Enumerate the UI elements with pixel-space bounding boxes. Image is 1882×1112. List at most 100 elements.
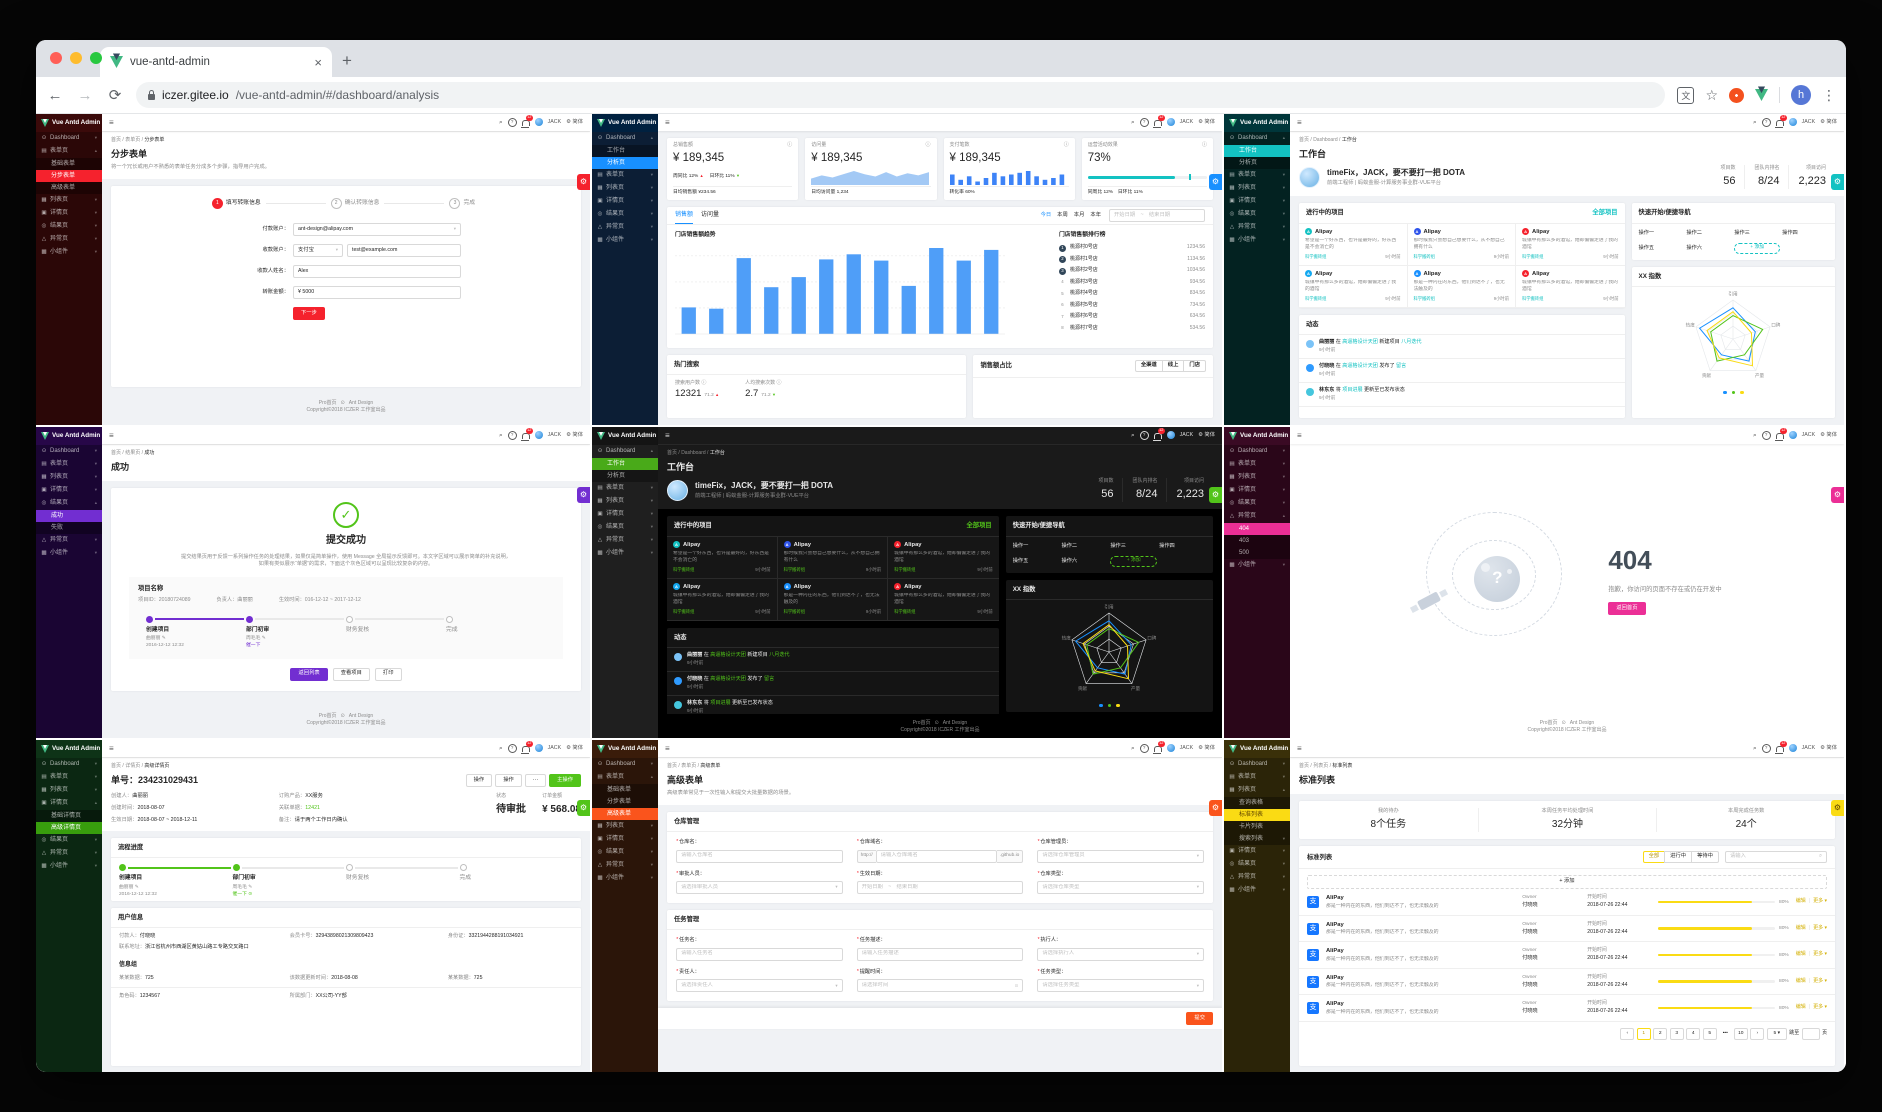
sidebar-item[interactable]: △ 异常页 ▾ [36,233,102,246]
project-card[interactable]: A Alipay 城镇中有那么多的酒馆，她却偏偏走进了我的酒馆 科学搬砖组 9小时前 [1516,224,1625,266]
activity-link[interactable]: 高逼格设计天团 [1342,339,1378,345]
quick-op-link[interactable]: 操作三 [1110,543,1157,551]
project-card[interactable]: A Alipay 那时候我只会想自己想要什么，从不想自己拥有什么 科学搬砖组 9小时… [1407,223,1517,266]
sidebar-item[interactable]: ⊙ Dashboard ▴ [592,132,658,145]
range-link[interactable]: 本周 [1057,212,1068,220]
user-avatar[interactable] [1788,431,1797,440]
footer-link[interactable]: Pro首页 [1540,720,1558,726]
page-size-select[interactable]: 5 ▾ [1766,1027,1787,1040]
menu-fold-icon[interactable]: ≡ [665,117,670,129]
sidebar-item[interactable]: ▩ 小组件 ▾ [592,547,658,560]
range-link[interactable]: 今日 [1041,212,1052,220]
list-filter-button[interactable]: 等待中 [1691,851,1719,864]
sidebar-item[interactable]: ▤ 表单页 ▾ [592,169,658,182]
project-card[interactable]: A Alipay 那时候我只会想自己想要什么，从不想自己拥有什么 科学搬砖组 9小时… [777,536,889,579]
sidebar-item[interactable]: △ 异常页 ▾ [592,859,658,872]
extension-icon[interactable] [1729,87,1744,103]
sidebar-item[interactable]: ◎ 结果页 ▾ [592,521,658,534]
activity-link[interactable]: 留言 [1396,363,1406,369]
translate-icon[interactable]: 文 [1677,86,1695,104]
sidebar-item[interactable]: ▣ 详情页 ▾ [1224,845,1290,858]
team-link[interactable]: 科学搬砖组 [784,567,805,573]
sidebar-item[interactable]: ⊙ Dashboard ▾ [1224,758,1290,771]
sidebar-item[interactable]: ◎ 结果页 ▾ [1224,497,1290,510]
jump-page-input[interactable] [1801,1027,1820,1040]
sidebar-subitem[interactable]: 分步表单 [592,796,658,808]
language-switch[interactable]: ⚙ 简体 [566,432,583,440]
theme-settings-button[interactable]: ⚙ [577,174,590,190]
sidebar-item[interactable]: ▤ 表单页 ▾ [592,482,658,495]
search-icon[interactable]: ⌕ [1753,118,1757,127]
footer-link[interactable]: Ant Design [349,400,373,406]
edit-link[interactable]: 编辑 [1796,925,1806,932]
search-icon[interactable]: ⌕ [1131,431,1135,440]
result-action-button[interactable]: 查看项目 [332,667,370,681]
sidebar-item[interactable]: ◎ 结果页 ▴ [36,497,102,510]
back-home-button[interactable]: 返回首页 [1608,602,1646,616]
team-link[interactable]: 科学搬砖组 [673,609,694,615]
sidebar-item[interactable]: ▤ 表单页 ▴ [36,145,102,158]
team-link[interactable]: 科学搬砖组 [784,609,805,615]
sidebar-item[interactable]: ⊙ Dashboard ▾ [36,758,102,771]
list-search-input[interactable]: 请输入 ⌕ [1724,851,1827,864]
sidebar-item[interactable]: ▣ 详情页 ▾ [36,207,102,220]
menu-fold-icon[interactable]: ≡ [1297,117,1302,129]
breadcrumb-link[interactable]: 表单页 [125,137,140,143]
sidebar-item[interactable]: ▦ 列表页 ▾ [36,194,102,207]
more-link[interactable]: 更多 ▾ [1813,951,1827,958]
breadcrumb-link[interactable]: 首页 [111,450,121,456]
project-card[interactable]: A Alipay 城镇中有那么多的酒馆，她却偏偏走进了我的酒馆 科学搬砖组 9小时前 [1299,265,1408,308]
sidebar-item[interactable]: ▩ 小组件 ▾ [36,547,102,560]
result-action-button[interactable]: 返回列表 [290,667,328,681]
close-window-button[interactable] [50,52,62,64]
sidebar-item[interactable]: ▦ 列表页 ▴ [1224,784,1290,797]
submit-button[interactable]: 提交 [1186,1012,1213,1026]
add-op-button[interactable]: + 添加 [1110,556,1158,568]
language-switch[interactable]: ⚙ 简体 [566,745,583,753]
user-avatar[interactable] [534,118,543,127]
sidebar-item[interactable]: △ 异常页 ▾ [1224,871,1290,884]
profile-avatar[interactable]: h [1791,85,1811,105]
list-filter-button[interactable]: 进行中 [1664,851,1693,864]
page-button[interactable]: › [1750,1027,1765,1040]
form-input[interactable]: 请选择仓库管理员 ▾ [1037,849,1204,863]
project-card[interactable]: A Alipay 城镇中有那么多的酒馆，她却偏偏走进了我的酒馆 科学搬砖组 9小时前 [1516,266,1625,308]
activity-link[interactable]: 留言 [764,676,774,682]
question-icon[interactable]: ? [507,743,517,753]
team-link[interactable]: 科学搬砖组 [894,567,915,573]
sidebar-subitem[interactable]: 卡片列表 [1224,821,1290,833]
user-avatar[interactable] [534,431,543,440]
sidebar-item[interactable]: ▦ 列表页 ▾ [36,471,102,484]
page-button[interactable]: 5 [1702,1027,1717,1040]
date-range-picker[interactable]: 开始日期 ~ 结束日期 [1109,208,1205,222]
all-projects-link[interactable]: 全部项目 [1592,208,1617,217]
quick-op-link[interactable]: 操作二 [1062,543,1109,551]
project-card[interactable]: A Alipay 那是一种内在的东西，他们到达不了，也无法触及的 科学搬砖组 9小时… [777,578,889,621]
activity-link[interactable]: 高逼格设计天团 [710,676,746,682]
sidebar-item[interactable]: △ 异常页 ▾ [36,534,102,547]
activity-link[interactable]: 八月迭代 [1401,339,1421,345]
detail-action-button[interactable]: ⋯ [524,774,547,788]
bell-icon[interactable]: 12 [1153,741,1165,754]
question-icon[interactable]: ? [1139,117,1149,127]
quick-op-link[interactable]: 操作五 [1639,245,1685,253]
quick-op-link[interactable]: 操作四 [1782,230,1828,238]
address-bar[interactable]: iczer.gitee.io/vue-antd-admin/#/dashboar… [136,82,1666,108]
quick-op-link[interactable]: 操作一 [1013,543,1060,551]
sidebar-subitem[interactable]: 403 [1224,535,1290,547]
item-title-link[interactable]: AliPay [1326,1000,1515,1008]
sidebar-subitem[interactable]: 404 [1224,523,1290,535]
theme-settings-button[interactable]: ⚙ [577,800,590,816]
quick-op-link[interactable]: 操作六 [1062,558,1109,566]
sidebar-subitem[interactable]: 基础详情页 [36,810,102,822]
sidebar-item[interactable]: ▩ 小组件 ▾ [1224,234,1290,247]
activity-link[interactable]: 高逼格设计天团 [710,652,746,658]
sidebar-item[interactable]: ◎ 结果页 ▾ [36,220,102,233]
form-input[interactable]: 请输入仓库名 [676,849,843,863]
browser-menu-icon[interactable]: ⋮ [1822,87,1836,104]
page-button[interactable]: 3 [1669,1027,1684,1040]
bell-icon[interactable]: 12 [1153,428,1165,441]
question-icon[interactable]: ? [1761,743,1771,753]
quick-op-link[interactable]: 操作四 [1159,543,1206,551]
sidebar-item[interactable]: ⊙ Dashboard ▴ [592,445,658,458]
